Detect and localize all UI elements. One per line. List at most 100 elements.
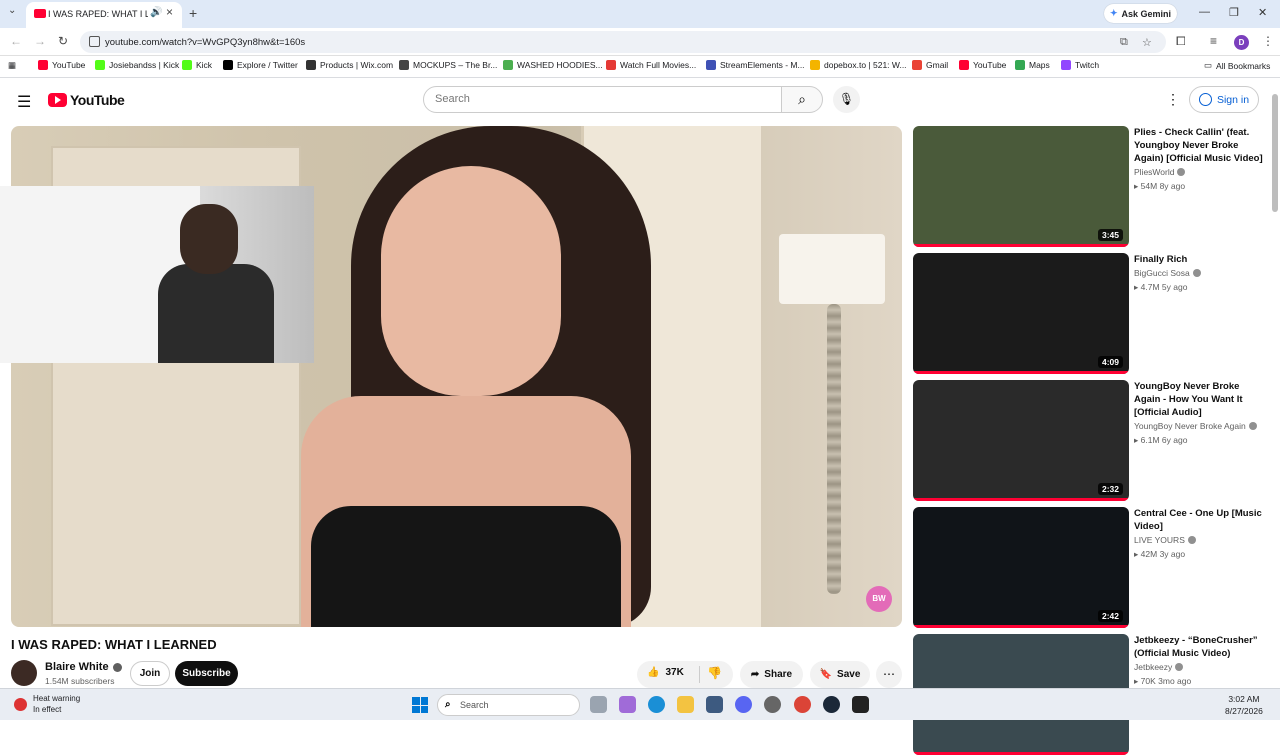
play-small-icon: ▸ (1134, 282, 1141, 292)
system-clock[interactable]: 3:02 AM 8/27/2026 (1225, 693, 1263, 717)
bookmark-item[interactable]: YouTube (38, 60, 85, 70)
edge-icon[interactable] (648, 696, 665, 713)
recommended-channel-row[interactable]: PliesWorld (1134, 167, 1186, 177)
video-thumbnail[interactable]: 4:09 (913, 253, 1129, 374)
copilot-icon[interactable] (619, 696, 636, 713)
windows-start-icon[interactable] (412, 697, 428, 713)
cast-icon[interactable]: ⧉ (1120, 36, 1128, 49)
video-thumbnail[interactable]: 2:32 (913, 380, 1129, 501)
site-info-icon[interactable] (89, 36, 100, 47)
channel-name[interactable]: Blaire White (45, 661, 109, 673)
thumbs-down-icon[interactable]: 👎 (707, 666, 722, 680)
channel-name-row[interactable]: Blaire White (45, 661, 122, 673)
more-actions-icon[interactable]: ⋯ (876, 661, 902, 688)
tab-close-icon[interactable]: × (166, 5, 173, 19)
reload-icon[interactable]: ↻ (58, 34, 68, 48)
video-thumbnail[interactable]: 2:42 (913, 507, 1129, 628)
all-bookmarks-folder[interactable]: ▭ All Bookmarks (1204, 60, 1270, 71)
bookmark-item[interactable]: Josiebandss | Kick (95, 60, 179, 70)
recommended-video[interactable]: 2:42 Central Cee - One Up [Music Video] LI… (913, 507, 1268, 629)
task-view-icon[interactable] (590, 696, 607, 713)
recommended-channel-row[interactable]: YoungBoy Never Broke Again (1134, 421, 1257, 431)
youtube-logo[interactable]: YouTube (48, 92, 125, 108)
weather-widget[interactable]: Heat warning In effect (14, 693, 80, 715)
vrchat-icon[interactable] (852, 696, 869, 713)
page-scrollbar[interactable] (1271, 82, 1279, 688)
bookmark-favicon-icon (38, 60, 48, 70)
reading-list-icon[interactable]: ≡ (1210, 34, 1217, 48)
recommended-video[interactable]: 2:32 YoungBoy Never Broke Again - How You… (913, 380, 1268, 502)
window-close-icon[interactable]: ✕ (1258, 6, 1267, 19)
channel-avatar[interactable] (11, 660, 37, 686)
video-thumbnail[interactable]: 3:45 (913, 126, 1129, 247)
bookmark-star-icon[interactable]: ☆ (1142, 36, 1152, 49)
join-button[interactable]: Join (130, 661, 170, 686)
discord-icon[interactable] (735, 696, 752, 713)
sign-in-button[interactable]: Sign in (1189, 86, 1259, 113)
bookmark-item[interactable]: Twitch (1061, 60, 1099, 70)
back-icon[interactable]: ← (10, 34, 22, 48)
restore-icon[interactable]: ❐ (1229, 6, 1239, 19)
bookmark-item[interactable]: StreamElements - M... (706, 60, 805, 70)
voice-search-button[interactable]: 🎙 (833, 86, 860, 113)
new-tab-icon[interactable]: + (189, 5, 197, 21)
recommended-video-title[interactable]: Plies - Check Callin' (feat. Youngboy Ne… (1134, 126, 1264, 165)
recommended-channel-row[interactable]: Jetbkeezy (1134, 662, 1184, 672)
taskbar-search-icon: ⌕ (445, 699, 451, 710)
chrome-menu-icon[interactable]: ⋮ (1262, 34, 1274, 48)
profile-avatar[interactable]: D (1234, 35, 1249, 50)
extensions-icon[interactable]: ⧠ (1176, 34, 1186, 49)
browser-tab[interactable]: I WAS RAPED: WHAT I LEARNED 🔊 × (26, 2, 182, 28)
recommended-channel-name[interactable]: YoungBoy Never Broke Again (1134, 421, 1246, 431)
recommended-video-title[interactable]: Jetbkeezy - “BoneCrusher” (Official Musi… (1134, 634, 1264, 660)
bookmark-item[interactable]: Watch Full Movies... (606, 60, 696, 70)
settings-app-icon[interactable] (764, 696, 781, 713)
bookmark-item[interactable]: MOCKUPS – The Br... (399, 60, 497, 70)
recommended-video-title[interactable]: YoungBoy Never Broke Again - How You Wan… (1134, 380, 1264, 419)
recommended-channel-name[interactable]: LIVE YOURS (1134, 535, 1185, 545)
bookmark-item[interactable]: dopebox.to | 521: W... (810, 60, 907, 70)
recommended-video-title[interactable]: Central Cee - One Up [Music Video] (1134, 507, 1264, 533)
save-button[interactable]: 🔖 Save (810, 661, 870, 688)
bookmark-item[interactable]: WASHED HOODIES... (503, 60, 603, 70)
recommended-video-title[interactable]: Finally Rich (1134, 253, 1264, 266)
taskbar-search[interactable]: ⌕ Search (437, 694, 580, 716)
search-input[interactable]: Search (423, 86, 782, 113)
search-button[interactable]: ⌕ (781, 86, 823, 113)
recommended-channel-row[interactable]: LIVE YOURS (1134, 535, 1196, 545)
recommended-channel-name[interactable]: BigGucci Sosa (1134, 268, 1190, 278)
recommended-channel-row[interactable]: BigGucci Sosa (1134, 268, 1201, 278)
recommended-video[interactable]: 3:45 Plies - Check Callin' (feat. Youngbo… (913, 126, 1268, 248)
subscriber-count: 1.54M subscribers (45, 676, 115, 686)
file-explorer-icon[interactable] (677, 696, 694, 713)
recommended-channel-name[interactable]: PliesWorld (1134, 167, 1174, 177)
hamburger-menu-icon[interactable]: ☰ (17, 92, 31, 112)
tab-search-chevron-icon[interactable]: ⌄ (8, 5, 16, 16)
like-button[interactable]: 👍 37K (647, 667, 684, 678)
bookmark-item[interactable]: Kick (182, 60, 212, 70)
bookmark-item[interactable]: Maps (1015, 60, 1050, 70)
recommended-channel-name[interactable]: Jetbkeezy (1134, 662, 1172, 672)
subscribe-button[interactable]: Subscribe (175, 661, 238, 686)
minimize-icon[interactable]: — (1199, 6, 1210, 18)
url-text[interactable]: youtube.com/watch?v=WvGPQ3yn8hw&t=160s (105, 37, 305, 48)
apps-grid-icon[interactable]: ▦ (8, 60, 16, 71)
bookmark-item[interactable]: Products | Wix.com (306, 60, 393, 70)
bookmark-item[interactable]: YouTube (959, 60, 1006, 70)
recommended-video[interactable]: 4:09 Finally Rich BigGucci Sosa ▸ 4.7M 5y a… (913, 253, 1268, 375)
forward-icon[interactable]: → (34, 34, 46, 48)
bookmark-item[interactable]: Gmail (912, 60, 948, 70)
bookmark-item[interactable]: Explore / Twitter (223, 60, 298, 70)
share-button[interactable]: ➦ Share (740, 661, 803, 688)
chrome-icon[interactable] (794, 696, 811, 713)
steam-icon[interactable] (823, 696, 840, 713)
address-bar[interactable]: youtube.com/watch?v=WvGPQ3yn8hw&t=160s ⧉… (80, 31, 1166, 53)
verified-icon (1187, 536, 1196, 544)
channel-watermark[interactable]: BW (866, 586, 892, 612)
microsoft-store-icon[interactable] (706, 696, 723, 713)
scrollbar-thumb[interactable] (1272, 94, 1278, 212)
bookmark-favicon-icon (810, 60, 820, 70)
settings-kebab-icon[interactable]: ⋮ (1166, 91, 1180, 108)
audio-playing-icon[interactable]: 🔊 (150, 7, 162, 18)
ask-gemini-button[interactable]: ✦ Ask Gemini (1104, 4, 1177, 23)
